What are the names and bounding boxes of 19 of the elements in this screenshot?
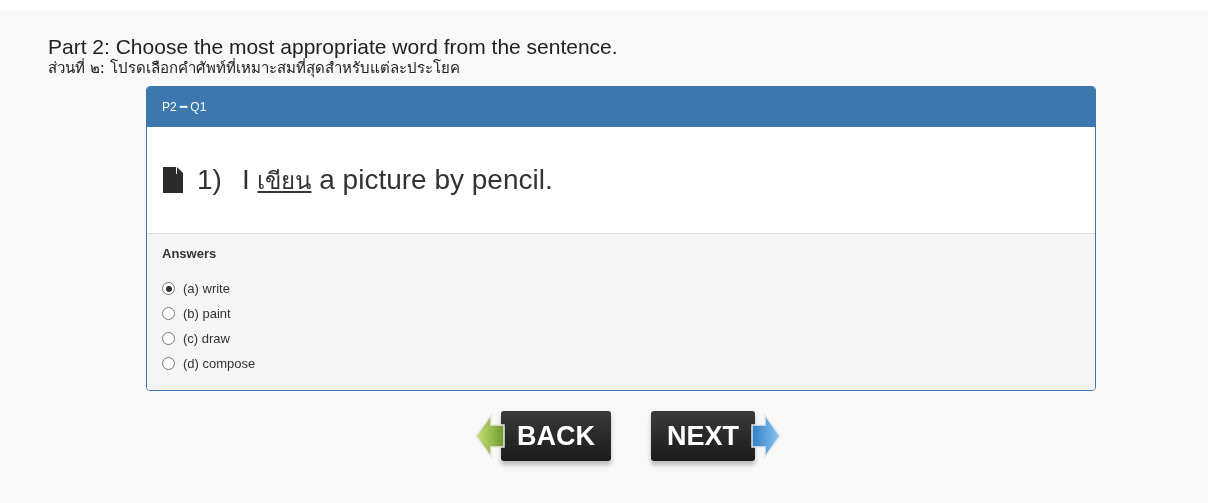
- question-sentence: I เขียน a picture by pencil.: [241, 162, 553, 197]
- document-icon: [163, 167, 183, 193]
- answer-option[interactable]: (c) draw: [183, 331, 230, 346]
- arrow-right-icon: [751, 414, 781, 458]
- instruction-title: Part 2: Choose the most appropriate word from the sentence.: [48, 35, 618, 58]
- arrow-left-icon: [475, 414, 505, 458]
- radio-button[interactable]: [162, 307, 175, 320]
- answer-option[interactable]: (b) paint: [183, 306, 231, 321]
- next-button[interactable]: NEXT: [651, 411, 755, 461]
- question-id: P2 ━ Q1: [162, 100, 207, 114]
- question-number: 1): [197, 164, 222, 196]
- answers-label: Answers: [162, 246, 218, 261]
- answer-option[interactable]: (d) compose: [183, 356, 256, 371]
- answer-option[interactable]: (a) write: [183, 281, 230, 296]
- radio-button[interactable]: [162, 332, 175, 345]
- instruction-subtitle: ส่วนที่ ๒: โปรดเลือกคำศัพท์ที่เหมาะสมที่สุดสำหรับแต่ละประโยค: [48, 58, 460, 78]
- radio-button[interactable]: [162, 357, 175, 370]
- back-button[interactable]: BACK: [501, 411, 611, 461]
- radio-button[interactable]: [162, 282, 175, 295]
